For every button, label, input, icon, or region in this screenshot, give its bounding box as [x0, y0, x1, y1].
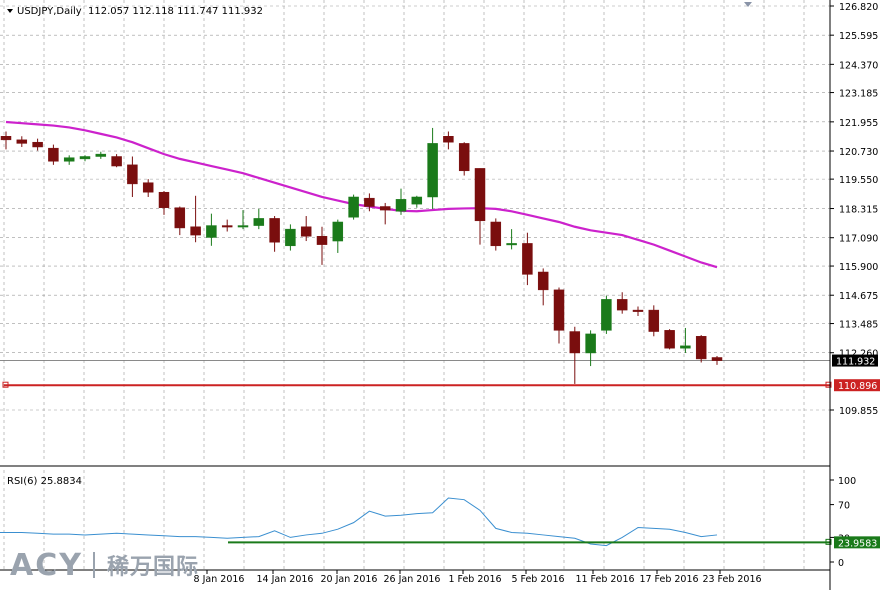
candle-body	[411, 196, 423, 205]
candle-body	[158, 191, 170, 208]
candle-body	[237, 225, 249, 228]
candle-body	[553, 289, 565, 331]
y-tick-label: 113.485	[839, 320, 878, 331]
x-tick-label: 14 Jan 2016	[257, 574, 314, 585]
candle-body	[458, 143, 470, 172]
candle-body	[711, 357, 723, 361]
candle-body	[569, 331, 581, 354]
x-tick-label: 1 Feb 2016	[448, 574, 501, 585]
support-price-label: 110.896	[838, 381, 877, 392]
candle-body	[537, 271, 549, 291]
rsi-level-label: 23.9583	[838, 538, 877, 549]
y-tick-label: 114.675	[839, 291, 878, 302]
candle-body	[332, 221, 344, 242]
candle-body	[443, 136, 454, 143]
rsi-y-tick-label: 70	[838, 501, 850, 512]
rsi-label: RSI(6) 25.8834	[7, 476, 82, 487]
candle-body	[648, 309, 660, 332]
candle-body	[395, 199, 407, 212]
moving-average-line	[5, 120, 718, 269]
candle-body	[474, 168, 486, 222]
candle-body	[348, 196, 359, 218]
candle-body	[190, 226, 201, 236]
y-tick-label: 125.595	[839, 31, 878, 42]
y-tick-label: 112.260	[839, 349, 878, 360]
candle-body	[300, 226, 312, 237]
x-tick-label: 20 Jan 2016	[321, 574, 378, 585]
candle-body	[680, 345, 691, 349]
candle-body	[379, 206, 391, 211]
y-tick-label: 115.900	[839, 262, 878, 273]
candle-body	[601, 299, 612, 331]
candle-body	[695, 336, 707, 360]
candle-body	[48, 147, 59, 162]
candle-body	[63, 157, 75, 162]
candle-body	[664, 330, 675, 349]
candle-body	[95, 153, 107, 157]
y-tick-label: 118.315	[839, 205, 878, 216]
y-tick-label: 109.855	[839, 406, 878, 417]
usdjpy-chart: 111.932110.896 1007030023.9583 126.82012…	[0, 0, 880, 590]
candle-body	[142, 182, 154, 193]
x-tick-label: 26 Jan 2016	[384, 574, 441, 585]
y-tick-label: 121.955	[839, 118, 878, 129]
candle-body	[269, 218, 280, 243]
candle-body	[506, 243, 517, 246]
y-tick-label: 119.550	[839, 175, 878, 186]
candle-body	[253, 218, 265, 226]
collapse-arrow-icon[interactable]	[7, 9, 13, 13]
chart-stage: 111.932110.896 1007030023.9583 126.82012…	[0, 0, 880, 590]
rsi-y-tick-label: 0	[838, 558, 844, 569]
y-tick-label: 120.730	[839, 147, 878, 158]
y-tick-label: 124.370	[839, 60, 878, 71]
candle-body	[16, 139, 28, 144]
y-tick-label: 126.820	[839, 2, 878, 13]
candle-body	[490, 221, 502, 247]
x-tick-label: 23 Feb 2016	[702, 574, 761, 585]
x-tick-label: 17 Feb 2016	[639, 574, 698, 585]
candle-body	[174, 207, 186, 229]
rsi-line	[0, 497, 718, 547]
candle-body	[285, 228, 296, 247]
x-tick-label: 8 Jan 2016	[194, 574, 245, 585]
rsi-y-tick-label: 100	[838, 476, 856, 487]
candle-body	[127, 164, 138, 185]
symbol-label: USDJPY,Daily	[17, 6, 82, 17]
candle-body	[79, 156, 91, 160]
candle-body	[364, 197, 375, 207]
x-tick-label: 5 Feb 2016	[511, 574, 564, 585]
candle-body	[632, 309, 644, 312]
candle-body	[616, 299, 628, 311]
x-tick-label: 11 Feb 2016	[575, 574, 634, 585]
y-tick-label: 123.185	[839, 89, 878, 100]
y-tick-label: 117.090	[839, 234, 878, 245]
candle-body	[316, 236, 328, 245]
ohlc-readout: 112.057 112.118 111.747 111.932	[88, 6, 263, 17]
candle-body	[427, 143, 438, 198]
candle-body	[585, 333, 596, 354]
candle-body	[206, 225, 217, 238]
candle-body	[32, 141, 43, 148]
candle-body	[111, 156, 122, 167]
candle-body	[522, 243, 533, 275]
candle-body	[0, 136, 12, 141]
candle-body	[221, 225, 233, 228]
